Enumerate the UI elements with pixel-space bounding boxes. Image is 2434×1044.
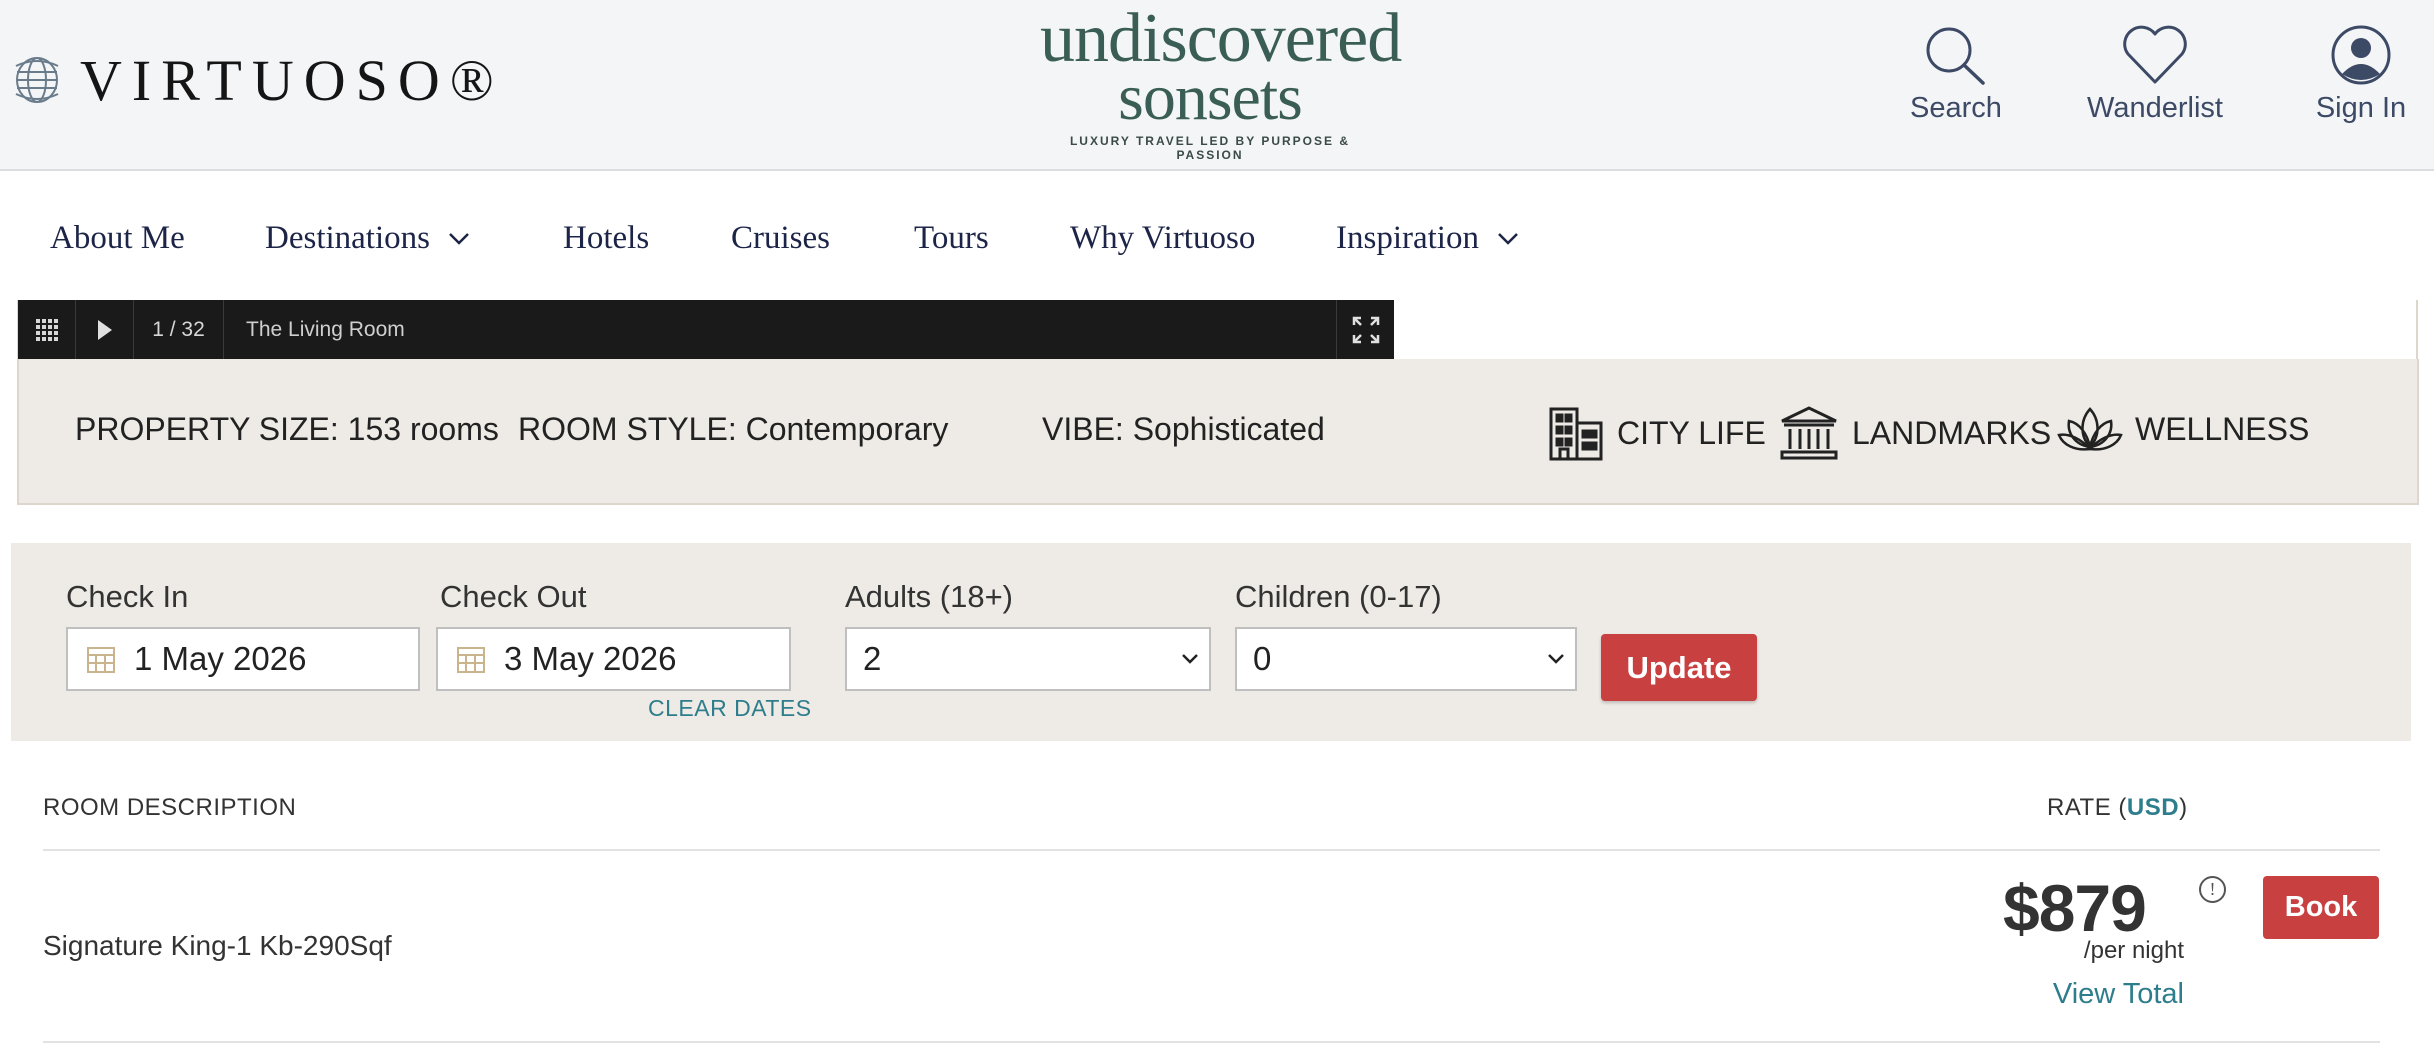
user-icon — [2331, 25, 2391, 85]
room-price: $879 — [2003, 871, 2147, 945]
book-button[interactable]: Book — [2263, 876, 2379, 939]
nav-label: Cruises — [731, 220, 830, 256]
check-out-value: 3 May 2026 — [504, 640, 677, 677]
search-button[interactable]: Search — [1906, 24, 2006, 125]
nav-label: Tours — [914, 220, 989, 256]
wanderlist-label: Wanderlist — [2087, 92, 2223, 124]
rate-header-suffix: ) — [2179, 794, 2188, 821]
gallery-caption: The Living Room — [246, 317, 405, 341]
children-label: Children (0-17) — [1235, 579, 1442, 614]
check-in-value: 1 May 2026 — [134, 640, 307, 677]
property-details-panel: PROPERTY SIZE: 153 rooms ROOM STYLE: Con… — [17, 359, 2419, 505]
thumbnails-button[interactable] — [18, 300, 76, 359]
registered-mark: ® — [449, 47, 504, 113]
globe-icon — [15, 57, 59, 103]
brand-name-line2: sonsets — [1118, 61, 1303, 134]
calendar-icon — [457, 647, 485, 673]
adults-value: 2 — [863, 640, 882, 677]
main-nav: About Me Destinations Hotels Cruises Tou… — [0, 172, 2434, 300]
slideshow-play-button[interactable] — [76, 300, 134, 359]
chevron-down-icon — [1498, 232, 1518, 245]
nav-label: About Me — [50, 220, 185, 256]
lotus-icon — [2057, 407, 2123, 451]
gallery-border — [1394, 300, 2418, 359]
property-size: PROPERTY SIZE: 153 rooms — [75, 411, 499, 447]
nav-label: Hotels — [563, 220, 650, 256]
photo-gallery-toolbar: 1 / 32 The Living Room — [18, 300, 1394, 359]
nav-inspiration[interactable]: Inspiration — [1336, 220, 1519, 257]
nav-label: Inspiration — [1336, 220, 1479, 256]
logo-wordmark: VIRTUOSO — [80, 47, 450, 113]
nav-cruises[interactable]: Cruises — [731, 220, 830, 257]
site-header: VIRTUOSO ® undiscovered sonsets LUXURY T… — [0, 0, 2434, 171]
nav-label: Why Virtuoso — [1070, 220, 1256, 256]
adults-select[interactable]: 2 — [845, 627, 1211, 691]
check-out-label: Check Out — [440, 579, 587, 614]
nav-about-me[interactable]: About Me — [50, 220, 185, 257]
tag-label: WELLNESS — [2135, 410, 2310, 447]
search-icon — [1926, 27, 1985, 85]
chevron-down-icon — [1182, 654, 1198, 664]
check-out-field[interactable]: 3 May 2026 — [436, 627, 791, 691]
vibe: VIBE: Sophisticated — [1042, 411, 1325, 447]
clear-dates-link[interactable]: CLEAR DATES — [648, 695, 812, 722]
chevron-down-icon — [1548, 654, 1564, 664]
check-in-field[interactable]: 1 May 2026 — [66, 627, 420, 691]
currency-selector[interactable]: USD — [2127, 794, 2179, 821]
booking-form: Check In 1 May 2026 Check Out 3 May 2026… — [11, 543, 2411, 741]
nav-tours[interactable]: Tours — [914, 220, 989, 257]
update-button[interactable]: Update — [1601, 634, 1757, 701]
tag-label: CITY LIFE — [1617, 414, 1766, 451]
agency-brand-logo[interactable]: undiscovered sonsets LUXURY TRAVEL LED B… — [1040, 4, 1402, 163]
tag-wellness: WELLNESS — [2057, 405, 2309, 453]
nav-label: Destinations — [265, 220, 430, 256]
check-in-label: Check In — [66, 579, 189, 614]
chevron-down-icon — [449, 232, 469, 245]
nav-hotels[interactable]: Hotels — [563, 220, 649, 257]
gallery-counter: 1 / 32 — [134, 300, 224, 359]
fullscreen-button[interactable] — [1336, 300, 1394, 359]
nav-why-virtuoso[interactable]: Why Virtuoso — [1070, 220, 1255, 257]
rate-header: RATE (USD) — [2047, 794, 2188, 822]
table-divider — [43, 849, 2380, 851]
sign-in-label: Sign In — [2315, 92, 2407, 124]
room-style: ROOM STYLE: Contemporary — [518, 411, 949, 447]
rate-header-prefix: RATE ( — [2047, 794, 2127, 821]
sign-in-button[interactable]: Sign In — [2306, 24, 2416, 125]
children-select[interactable]: 0 — [1235, 627, 1577, 691]
table-divider — [43, 1041, 2380, 1043]
price-unit: /per night — [2083, 937, 2184, 964]
search-label: Search — [1910, 92, 2002, 124]
heart-icon — [2123, 25, 2187, 84]
tag-city-life: CITY LIFE — [1547, 405, 1766, 461]
play-icon — [97, 319, 112, 340]
tag-landmarks: LANDMARKS — [1778, 405, 2051, 461]
virtuoso-logo[interactable]: VIRTUOSO ® — [12, 46, 504, 114]
view-total-link[interactable]: View Total — [2040, 978, 2184, 1011]
building-icon — [1549, 407, 1603, 461]
grid-icon — [35, 318, 58, 341]
tag-label: LANDMARKS — [1852, 414, 2052, 451]
fullscreen-icon — [1352, 316, 1379, 343]
room-description-header: ROOM DESCRIPTION — [43, 794, 297, 821]
landmark-icon — [1780, 406, 1838, 460]
calendar-icon — [87, 647, 115, 673]
children-value: 0 — [1253, 640, 1272, 677]
brand-tagline: LUXURY TRAVEL LED BY PURPOSE & PASSION — [1069, 134, 1351, 162]
adults-label: Adults (18+) — [845, 579, 1014, 614]
wanderlist-button[interactable]: Wanderlist — [2080, 24, 2230, 125]
nav-destinations[interactable]: Destinations — [265, 220, 470, 257]
room-name: Signature King-1 Kb-290Sqf — [43, 930, 392, 961]
info-icon[interactable]: ! — [2199, 876, 2226, 903]
